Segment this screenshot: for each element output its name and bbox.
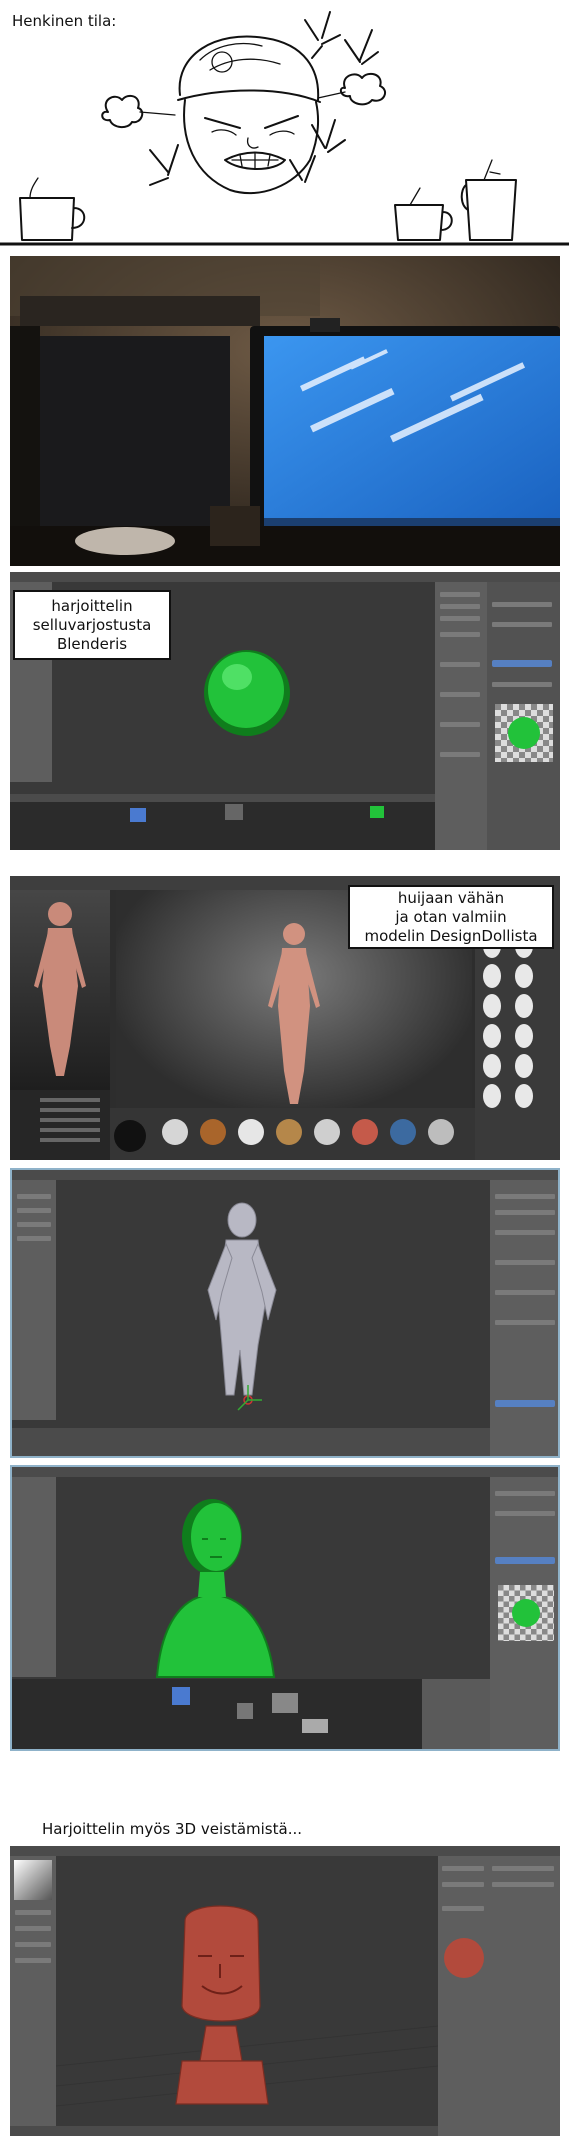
bubble-line: Blenderis	[56, 634, 128, 653]
angry-face-sketch	[0, 11, 569, 246]
speech-bubble-cel-shading: harjoittelin selluvarjostusta Blenderis	[13, 590, 171, 660]
anger-mark-icon	[304, 11, 379, 65]
bubble-line: ja otan valmiin	[395, 907, 507, 926]
blender-sculpt-screenshot	[10, 1846, 560, 2136]
blender-green-character-screenshot	[10, 1465, 560, 1751]
coffee-cup-icon	[19, 177, 86, 241]
bubble-line: modelin DesignDollista	[364, 926, 538, 945]
bubble-line: harjoittelin	[51, 596, 133, 615]
speech-bubble-designdoll: huijaan vähän ja otan valmiin modelin De…	[348, 885, 554, 949]
steam-puff-icon	[101, 94, 176, 128]
blender-model-screenshot	[10, 1168, 560, 1458]
anger-mark-icon	[149, 144, 179, 186]
bubble-line: huijaan vähän	[397, 888, 505, 907]
sculpt-caption: Harjoittelin myös 3D veistämistä...	[42, 1820, 302, 1838]
coffee-cup-icon	[460, 159, 517, 241]
steam-puff-icon	[317, 72, 387, 106]
sketch-panel: Henkinen tila:	[0, 0, 569, 248]
coffee-cup-icon	[394, 187, 453, 241]
bubble-line: selluvarjostusta	[32, 615, 152, 634]
desk-photo	[10, 256, 560, 566]
